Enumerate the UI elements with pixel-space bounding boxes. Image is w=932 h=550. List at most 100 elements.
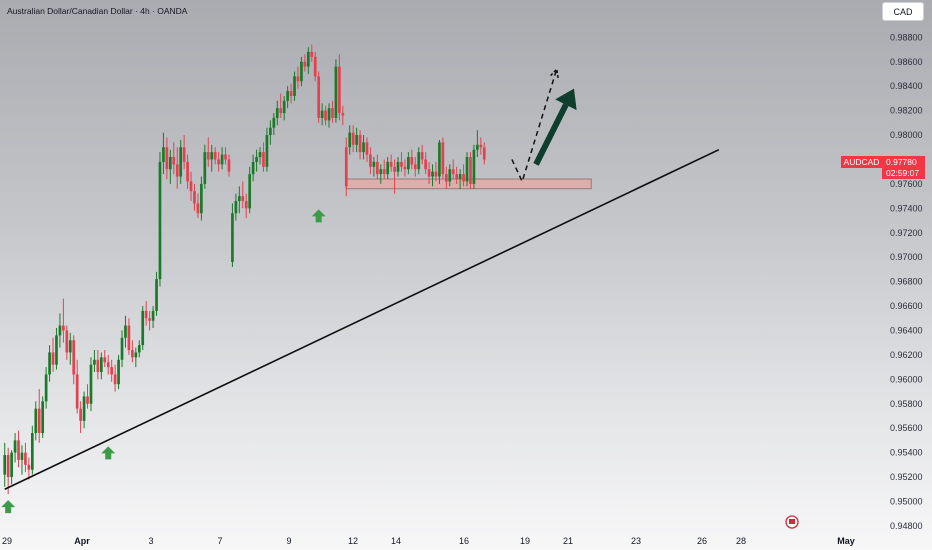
candle: [262, 142, 265, 172]
candle: [220, 147, 224, 170]
flag-icon[interactable]: [785, 515, 799, 529]
y-tick-label: 0.95400: [890, 448, 923, 458]
candle-body: [103, 357, 107, 363]
y-tick-label: 0.97000: [890, 252, 923, 262]
x-tick-label: 21: [563, 536, 573, 546]
price-chart[interactable]: 0.988000.986000.984000.982000.980000.978…: [0, 0, 932, 550]
candle: [324, 105, 327, 126]
projection-path: [511, 68, 558, 184]
candle: [41, 396, 45, 438]
candle: [158, 152, 162, 287]
candle: [217, 152, 220, 172]
candle: [148, 310, 151, 331]
candle-body: [441, 142, 445, 175]
candle: [472, 144, 476, 189]
candle-body: [344, 147, 348, 187]
candle-body: [272, 117, 276, 128]
candle: [258, 147, 262, 165]
candle: [72, 335, 76, 385]
candle: [48, 345, 51, 382]
currency-button[interactable]: CAD: [882, 2, 924, 21]
candle-body: [313, 56, 317, 77]
candle-body: [438, 142, 441, 177]
candle-body: [3, 455, 7, 475]
candle-body: [458, 174, 462, 180]
y-tick-label: 0.95800: [890, 399, 923, 409]
up-arrow-icon: [101, 446, 116, 460]
candle-body: [30, 433, 34, 470]
candle-body: [407, 157, 410, 170]
candle-body: [286, 91, 289, 101]
candle: [479, 137, 483, 155]
candle-body: [331, 108, 334, 118]
candle-body: [179, 147, 183, 177]
projection-arrowhead: [550, 67, 559, 79]
candle: [179, 139, 183, 184]
candle-body: [158, 161, 162, 280]
candle-body: [248, 174, 252, 209]
y-tick-label: 0.96400: [890, 325, 923, 335]
candle-body: [224, 154, 227, 160]
candle-body: [417, 152, 421, 170]
candle: [241, 181, 245, 209]
candle-body: [27, 464, 31, 470]
up-arrow-icon: [311, 209, 326, 223]
x-tick-label: 3: [148, 536, 153, 546]
candle: [438, 139, 441, 184]
candle-body: [134, 352, 138, 358]
candle-body: [296, 76, 300, 82]
candle-body: [162, 147, 165, 162]
candle-body: [251, 161, 255, 175]
candle: [20, 445, 24, 475]
candle-body: [120, 337, 124, 360]
candle: [144, 301, 148, 326]
candle-body: [341, 113, 345, 116]
candle: [30, 425, 34, 475]
candle: [306, 47, 310, 74]
candle: [206, 137, 210, 167]
candle-body: [303, 61, 307, 67]
candle: [124, 315, 127, 348]
candle: [369, 147, 372, 175]
candle: [58, 313, 62, 348]
candle-body: [82, 396, 86, 421]
candle: [210, 144, 214, 172]
candle: [68, 332, 72, 365]
candle: [310, 44, 314, 62]
x-tick-label: 9: [286, 536, 291, 546]
candle-body: [165, 147, 169, 170]
candle-body: [51, 352, 55, 365]
candle-body: [338, 66, 341, 114]
candle: [134, 347, 138, 368]
candle-body: [127, 325, 131, 351]
candle: [244, 193, 248, 219]
candle-body: [37, 408, 41, 434]
candle-body: [148, 318, 151, 321]
price-tag-countdown: 02:59:07: [886, 168, 919, 178]
candle-body: [58, 325, 62, 336]
candle-body: [110, 367, 114, 375]
candle: [451, 159, 455, 180]
candle-body: [365, 142, 369, 155]
candle: [24, 442, 27, 473]
candle-body: [348, 132, 352, 148]
candle-body: [265, 135, 269, 167]
candle-body: [20, 452, 24, 460]
candle-body: [131, 350, 134, 358]
candle-body: [431, 171, 434, 177]
candle: [400, 152, 403, 172]
candle-body: [55, 335, 58, 365]
candle: [34, 401, 38, 441]
candle: [417, 147, 421, 175]
trendline: [4, 148, 720, 490]
y-tick-label: 0.95200: [890, 472, 923, 482]
candle: [186, 154, 189, 189]
candle: [313, 51, 317, 82]
candle: [303, 54, 307, 72]
y-tick-label: 0.96600: [890, 301, 923, 311]
candle-body: [231, 213, 234, 263]
candle: [362, 135, 365, 160]
candle: [275, 100, 279, 126]
y-tick-label: 0.97200: [890, 228, 923, 238]
candle: [355, 127, 358, 153]
